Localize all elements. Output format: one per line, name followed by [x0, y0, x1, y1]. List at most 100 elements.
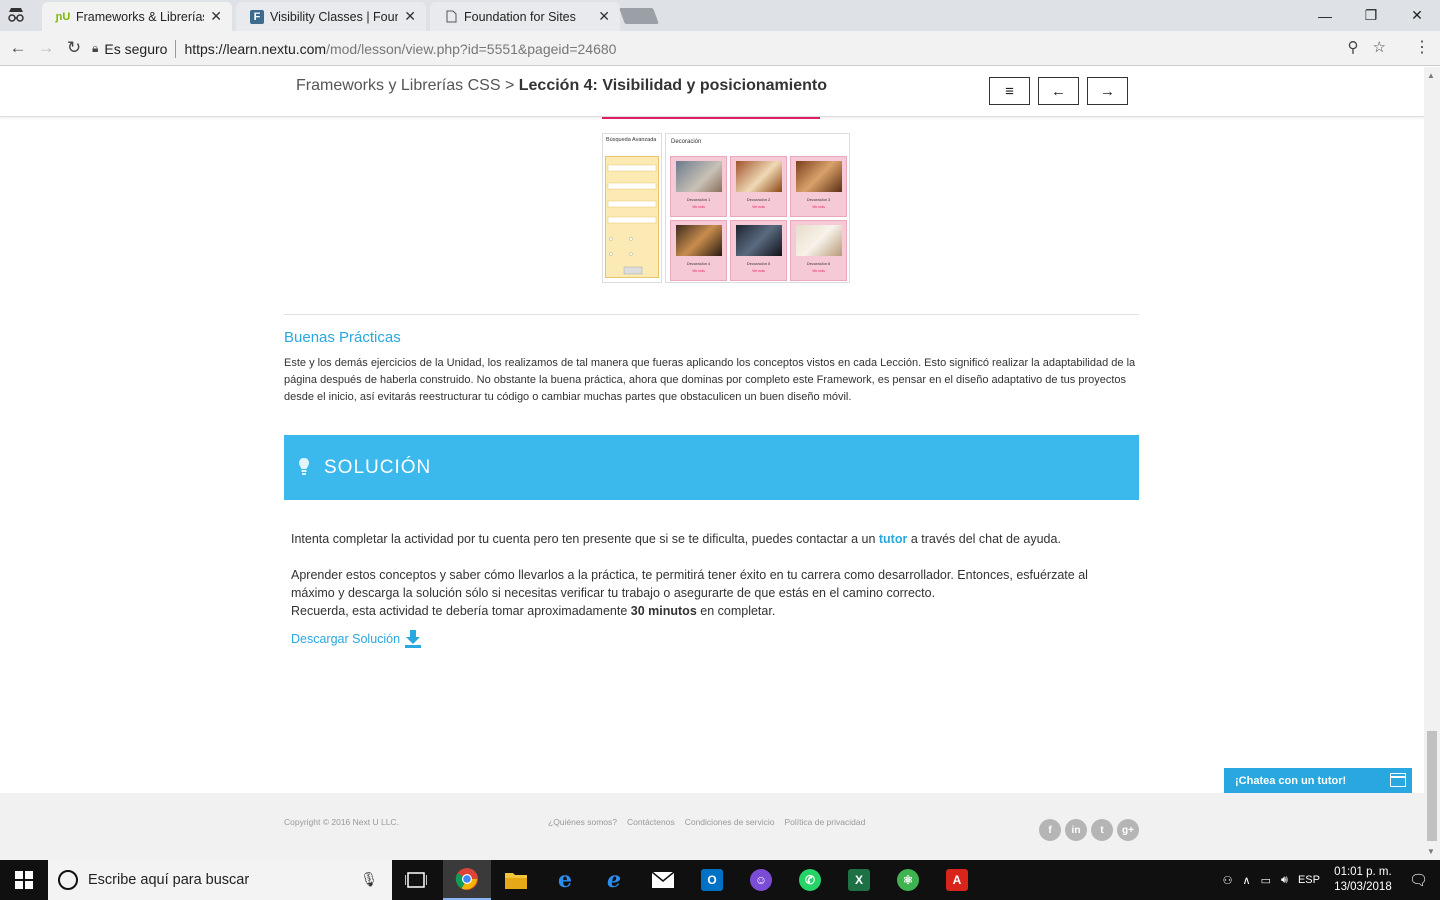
next-page-button[interactable]: →	[1087, 77, 1128, 105]
whatsapp-icon[interactable]: ✆	[786, 860, 834, 900]
incognito-icon	[6, 6, 26, 24]
footer-link-about[interactable]: ¿Quiénes somos?	[548, 817, 617, 827]
acrobat-icon[interactable]: A	[933, 860, 981, 900]
solution-title: SOLUCIÓN	[324, 457, 432, 478]
mail-icon[interactable]	[639, 860, 687, 900]
download-solution-link[interactable]: Descargar Solución	[291, 629, 422, 649]
url-path: /mod/lesson/view.php?id=5551&pageid=2468…	[326, 40, 617, 57]
close-tab-icon[interactable]: ✕	[404, 8, 416, 25]
clock-date: 13/03/2018	[1334, 881, 1392, 893]
chat-tutor-button[interactable]: ¡Chatea con un tutor!	[1224, 768, 1412, 793]
close-window-icon[interactable]: ✕	[1394, 0, 1440, 31]
reload-icon[interactable]: ↻	[62, 37, 86, 59]
internet-explorer-icon[interactable]: e	[590, 860, 638, 900]
twitter-glyph: t	[1100, 824, 1104, 836]
chat-label: ¡Chatea con un tutor!	[1235, 774, 1347, 787]
browser-menu-icon[interactable]: ⋮	[1414, 37, 1430, 57]
tray-chevron-icon[interactable]: ∧	[1243, 874, 1251, 887]
tab-title: Frameworks & Librerías C	[76, 9, 205, 24]
close-tab-icon[interactable]: ✕	[210, 8, 222, 25]
microphone-icon[interactable]: 🎙︎	[360, 871, 378, 888]
mock-card-caption: Decoración 5	[746, 261, 771, 266]
back-icon[interactable]: ←	[6, 37, 30, 59]
page-viewport: Frameworks y Librerías CSS > Lección 4: …	[0, 67, 1424, 860]
solution-paragraph: Aprender estos conceptos y saber cómo ll…	[291, 566, 1131, 620]
footer-link-contact[interactable]: Contáctenos	[627, 817, 675, 827]
download-label: Descargar Solución	[291, 632, 401, 646]
task-view-icon[interactable]	[392, 860, 440, 900]
chrome-taskbar-icon[interactable]	[443, 860, 491, 900]
nextu-favicon-icon: ɲU	[55, 10, 71, 23]
tab-visibility[interactable]: F Visibility Classes | Found ✕	[236, 2, 426, 31]
googleplus-icon[interactable]: g+	[1117, 819, 1139, 841]
zoom-icon[interactable]: ⚲	[1348, 38, 1359, 56]
outlook-icon[interactable]: O	[688, 860, 736, 900]
system-tray: ⚇ ∧ ▭ 🔊︎ ESP 01:01 p. m. 13/03/2018 🗨︎	[1218, 860, 1440, 900]
address-bar[interactable]: 🔒︎ Es seguro https://learn.nextu.com/mod…	[92, 35, 1410, 62]
mock-sidebar: Búsqueda Avanzada	[602, 133, 662, 283]
mock-card-caption: Decoración 6	[806, 261, 831, 266]
volume-icon[interactable]: 🔊︎	[1281, 874, 1288, 887]
windows-start-button[interactable]	[0, 860, 48, 900]
facebook-glyph: f	[1048, 824, 1052, 836]
twitter-icon[interactable]: t	[1091, 819, 1113, 841]
bookmark-star-icon[interactable]: ☆	[1373, 38, 1386, 56]
footer-link-terms[interactable]: Condiciones de servicio	[685, 817, 775, 827]
prev-page-button[interactable]: ←	[1038, 77, 1079, 105]
browser-toolbar: ← → ↻ 🔒︎ Es seguro https://learn.nextu.c…	[0, 31, 1440, 66]
breadcrumb-course[interactable]: Frameworks y Librerías CSS	[296, 77, 501, 94]
language-indicator[interactable]: ESP	[1298, 874, 1320, 886]
tutor-link[interactable]: tutor	[879, 532, 907, 546]
facebook-icon[interactable]: f	[1039, 819, 1061, 841]
linkedin-icon[interactable]: in	[1065, 819, 1087, 841]
whatsapp-glyph: ✆	[799, 869, 821, 891]
excel-glyph: X	[848, 869, 870, 891]
mock-product-card: Decoración 4 Ver más	[670, 220, 727, 281]
reminder-text: Recuerda, esta actividad te debería toma…	[291, 604, 631, 618]
tab-title: Foundation for Sites	[464, 9, 576, 24]
edge-icon[interactable]: e	[541, 860, 589, 900]
close-tab-icon[interactable]: ✕	[598, 8, 610, 25]
notification-icon[interactable]: 🗨︎	[1409, 871, 1428, 889]
mock-card-caption: Decoración 3	[806, 197, 831, 202]
minimize-icon[interactable]: —	[1302, 0, 1348, 31]
mock-card-link: Ver más	[752, 269, 765, 273]
page-scrollbar[interactable]: ▲ ▼	[1424, 67, 1440, 860]
mock-card-link: Ver más	[692, 205, 705, 209]
page-favicon-icon	[444, 10, 458, 24]
network-icon[interactable]: ▭	[1261, 874, 1271, 887]
file-explorer-icon[interactable]	[492, 860, 540, 900]
tab-foundation[interactable]: Foundation for Sites ✕	[430, 2, 620, 31]
tab-frameworks[interactable]: ɲU Frameworks & Librerías C ✕	[42, 2, 232, 31]
maximize-icon[interactable]: ❐	[1348, 0, 1394, 31]
acrobat-glyph: A	[946, 869, 968, 891]
people-icon[interactable]: ⚇	[1223, 874, 1233, 887]
scroll-up-icon[interactable]: ▲	[1427, 71, 1435, 80]
taskbar-search[interactable]: Escribe aquí para buscar 🎙︎	[48, 860, 392, 900]
mock-product-card: Decoración 6 Ver más	[790, 220, 847, 281]
mock-product-image	[736, 161, 782, 192]
duration-text: 30 minutos	[630, 604, 697, 618]
taskbar-clock[interactable]: 01:01 p. m. 13/03/2018	[1325, 865, 1401, 895]
omnibox-actions: ⚲ ☆	[1348, 38, 1386, 56]
windows-taskbar: Escribe aquí para buscar 🎙︎ e e O ☺ ✆ X …	[0, 860, 1440, 900]
cortana-icon	[58, 870, 78, 890]
lock-icon: 🔒︎	[92, 41, 99, 55]
window-controls: — ❐ ✕	[1302, 0, 1440, 31]
footer-links: ¿Quiénes somos? Contáctenos Condiciones …	[548, 817, 865, 827]
mock-card-caption: Decoración 2	[746, 197, 771, 202]
tab-title: Visibility Classes | Found	[270, 9, 399, 24]
section-divider	[284, 314, 1139, 315]
new-tab-button[interactable]	[619, 8, 659, 24]
lesson-menu-button[interactable]: ≡	[989, 77, 1030, 105]
purple-app-icon[interactable]: ☺	[737, 860, 785, 900]
secure-label: Es seguro	[104, 40, 168, 57]
footer-link-privacy[interactable]: Política de privacidad	[785, 817, 866, 827]
forward-icon[interactable]: →	[34, 37, 58, 59]
scroll-down-icon[interactable]: ▼	[1427, 847, 1435, 856]
window-icon	[1390, 773, 1406, 787]
atom-icon[interactable]: ⚛	[884, 860, 932, 900]
excel-icon[interactable]: X	[835, 860, 883, 900]
best-practices-title: Buenas Prácticas	[284, 329, 401, 346]
scrollbar-thumb[interactable]	[1427, 731, 1437, 841]
